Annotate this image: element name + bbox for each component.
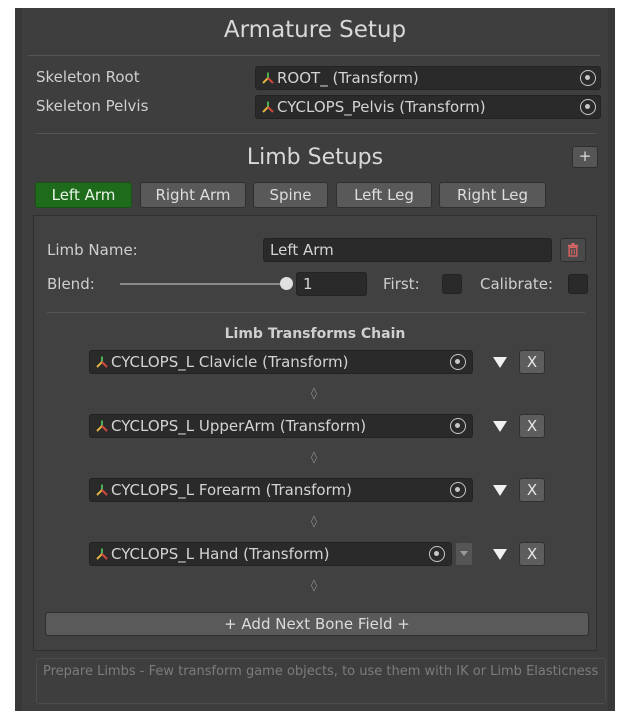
object-picker-icon[interactable] <box>580 70 596 86</box>
divider <box>47 312 585 313</box>
help-box: Prepare Limbs - Few transform game objec… <box>36 658 606 704</box>
collapse-small-button[interactable] <box>456 543 472 565</box>
chain-connector: ◊ <box>311 386 317 400</box>
first-checkbox[interactable] <box>442 274 462 294</box>
skeleton-root-field[interactable]: ROOT_ (Transform) <box>255 66 601 90</box>
limb-name-label: Limb Name: <box>47 241 138 259</box>
object-picker-icon[interactable] <box>580 99 596 115</box>
transform-icon <box>96 484 108 496</box>
blend-slider-handle[interactable] <box>280 277 293 290</box>
chain-transform-field[interactable]: CYCLOPS_L Forearm (Transform) <box>89 478 473 502</box>
blend-value-input[interactable]: 1 <box>296 272 367 296</box>
divider <box>36 133 596 134</box>
arrow-down-icon[interactable] <box>493 549 507 560</box>
chain-connector: ◊ <box>311 514 317 528</box>
chain-transform-value: CYCLOPS_L Hand (Transform) <box>111 545 330 563</box>
chain-transform-field[interactable]: CYCLOPS_L UpperArm (Transform) <box>89 414 473 438</box>
chain-connector: ◊ <box>311 578 317 592</box>
remove-bone-button[interactable]: X <box>519 414 545 438</box>
blend-label: Blend: <box>47 275 95 293</box>
calibrate-checkbox[interactable] <box>568 274 588 294</box>
chain-transform-field[interactable]: CYCLOPS_L Clavicle (Transform) <box>89 350 473 374</box>
skeleton-pelvis-label: Skeleton Pelvis <box>36 97 149 115</box>
calibrate-label: Calibrate: <box>480 275 554 293</box>
object-picker-icon[interactable] <box>450 354 466 370</box>
tab-right-leg[interactable]: Right Leg <box>439 182 546 208</box>
armature-setup-panel: Armature Setup Skeleton Root ROOT_ (Tran… <box>15 8 615 711</box>
transform-icon <box>262 72 274 84</box>
arrow-down-icon[interactable] <box>493 485 507 496</box>
add-limb-button[interactable]: + <box>572 146 598 168</box>
arrow-down-icon[interactable] <box>493 357 507 368</box>
object-picker-icon[interactable] <box>429 546 445 562</box>
object-picker-icon[interactable] <box>450 482 466 498</box>
object-picker-icon[interactable] <box>450 418 466 434</box>
first-label: First: <box>383 275 420 293</box>
add-next-bone-button[interactable]: + Add Next Bone Field + <box>45 612 589 636</box>
remove-bone-button[interactable]: X <box>519 542 545 566</box>
inspector-inner: Armature Setup Skeleton Root ROOT_ (Tran… <box>22 8 608 711</box>
limb-name-input[interactable]: Left Arm <box>263 238 552 262</box>
chain-title: Limb Transforms Chain <box>224 326 406 342</box>
skeleton-pelvis-field[interactable]: CYCLOPS_Pelvis (Transform) <box>255 95 601 119</box>
remove-bone-button[interactable]: X <box>519 350 545 374</box>
chevron-down-icon <box>460 551 468 556</box>
trash-icon <box>567 243 579 257</box>
skeleton-pelvis-value: CYCLOPS_Pelvis (Transform) <box>277 98 486 116</box>
transform-icon <box>262 101 274 113</box>
blend-slider-track[interactable] <box>120 283 288 285</box>
limb-setup-box: Limb Name: Left Arm Blend: 1 First: Cali… <box>33 215 597 651</box>
skeleton-root-label: Skeleton Root <box>36 68 140 86</box>
tab-right-arm[interactable]: Right Arm <box>140 182 246 208</box>
chain-transform-value: CYCLOPS_L Clavicle (Transform) <box>111 353 349 371</box>
tab-left-arm[interactable]: Left Arm <box>35 182 132 208</box>
chain-transform-value: CYCLOPS_L Forearm (Transform) <box>111 481 352 499</box>
chain-transform-field[interactable]: CYCLOPS_L Hand (Transform) <box>89 542 452 566</box>
page-title: Armature Setup <box>223 17 407 43</box>
tab-left-leg[interactable]: Left Leg <box>336 182 432 208</box>
transform-icon <box>96 548 108 560</box>
transform-icon <box>96 420 108 432</box>
tab-spine[interactable]: Spine <box>253 182 328 208</box>
limb-setups-title: Limb Setups <box>246 145 384 170</box>
delete-limb-button[interactable] <box>560 238 586 262</box>
divider <box>28 55 600 56</box>
transform-icon <box>96 356 108 368</box>
chain-connector: ◊ <box>311 450 317 464</box>
remove-bone-button[interactable]: X <box>519 478 545 502</box>
skeleton-root-value: ROOT_ (Transform) <box>277 69 419 87</box>
arrow-down-icon[interactable] <box>493 421 507 432</box>
chain-transform-value: CYCLOPS_L UpperArm (Transform) <box>111 417 367 435</box>
